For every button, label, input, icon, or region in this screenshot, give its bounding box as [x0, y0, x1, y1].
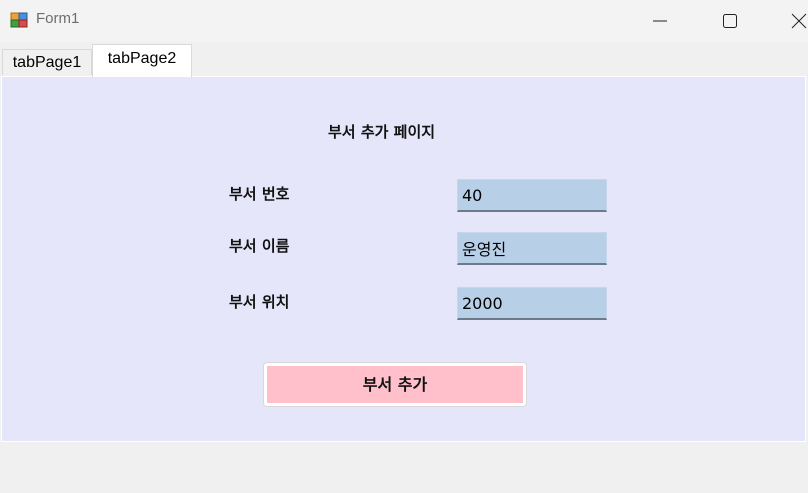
- page-title: 부서 추가 페이지: [328, 123, 436, 141]
- close-icon: [791, 13, 807, 29]
- winforms-app-icon: [10, 11, 28, 29]
- maximize-icon: [723, 14, 737, 28]
- main-window: Form1 tabPage1 tabPage2 부서 추가 페이지 부서 번호 …: [0, 0, 808, 493]
- dept-name-input[interactable]: [457, 232, 607, 265]
- close-button[interactable]: [776, 0, 808, 42]
- tab-page1[interactable]: tabPage1: [2, 49, 92, 75]
- dept-no-input[interactable]: [457, 179, 607, 212]
- dept-loc-label: 부서 위치: [229, 293, 290, 311]
- add-department-button[interactable]: 부서 추가: [264, 363, 526, 406]
- dept-name-label: 부서 이름: [229, 237, 290, 255]
- tab-page2[interactable]: tabPage2: [92, 44, 192, 77]
- tab-strip: tabPage1 tabPage2: [0, 42, 808, 77]
- minimize-icon: [653, 20, 667, 22]
- minimize-button[interactable]: [636, 0, 682, 42]
- maximize-button[interactable]: [706, 0, 752, 42]
- window-title: Form1: [36, 10, 80, 27]
- tab-page2-content: 부서 추가 페이지 부서 번호 부서 이름 부서 위치 부서 추가: [1, 76, 806, 442]
- dept-loc-input[interactable]: [457, 287, 607, 320]
- title-bar[interactable]: Form1: [0, 0, 808, 42]
- dept-no-label: 부서 번호: [229, 185, 290, 203]
